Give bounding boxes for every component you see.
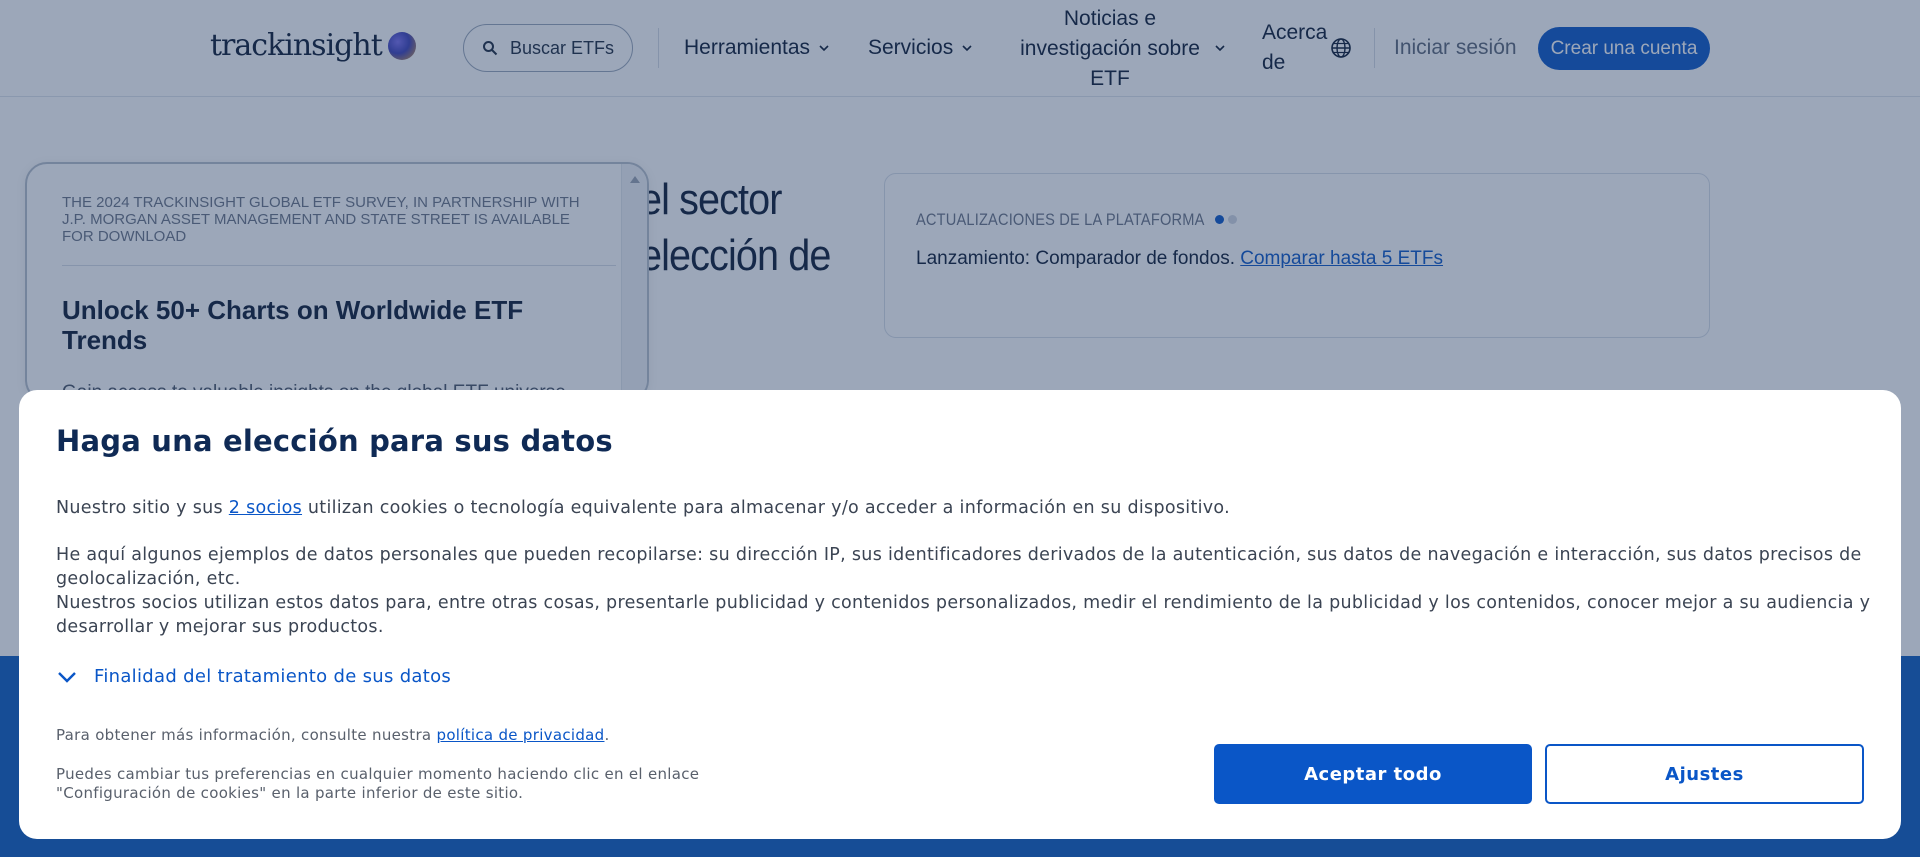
privacy-info-after: . — [604, 726, 610, 744]
privacy-policy-link[interactable]: política de privacidad — [437, 726, 605, 744]
consent-title: Haga una elección para sus datos — [56, 424, 613, 458]
cookie-consent-dialog: Haga una elección para sus datos Nuestro… — [19, 390, 1901, 839]
privacy-info: Para obtener más información, consulte n… — [56, 726, 610, 745]
change-preferences-note: Puedes cambiar tus preferencias en cualq… — [56, 765, 699, 803]
partners-link[interactable]: 2 socios — [229, 498, 302, 518]
chevron-down-icon — [58, 671, 76, 683]
privacy-info-before: Para obtener más información, consulte n… — [56, 726, 437, 744]
accept-all-button[interactable]: Aceptar todo — [1214, 744, 1532, 804]
change-note-line1: Puedes cambiar tus preferencias en cualq… — [56, 765, 700, 783]
change-note-line2: "Configuración de cookies" en la parte i… — [56, 784, 524, 802]
consent-paragraph-3: Nuestros socios utilizan estos datos par… — [56, 593, 1871, 637]
purposes-expander[interactable]: Finalidad del tratamiento de sus datos — [56, 666, 451, 687]
consent-paragraph-2: He aquí algunos ejemplos de datos person… — [56, 545, 1862, 589]
consent-paragraph-1: Nuestro sitio y sus 2 socios utilizan co… — [56, 496, 1876, 520]
settings-button[interactable]: Ajustes — [1545, 744, 1864, 804]
consent-p1-after: utilizan cookies o tecnología equivalent… — [302, 498, 1230, 518]
consent-p1-before: Nuestro sitio y sus — [56, 498, 229, 518]
purposes-expander-label: Finalidad del tratamiento de sus datos — [94, 666, 452, 687]
